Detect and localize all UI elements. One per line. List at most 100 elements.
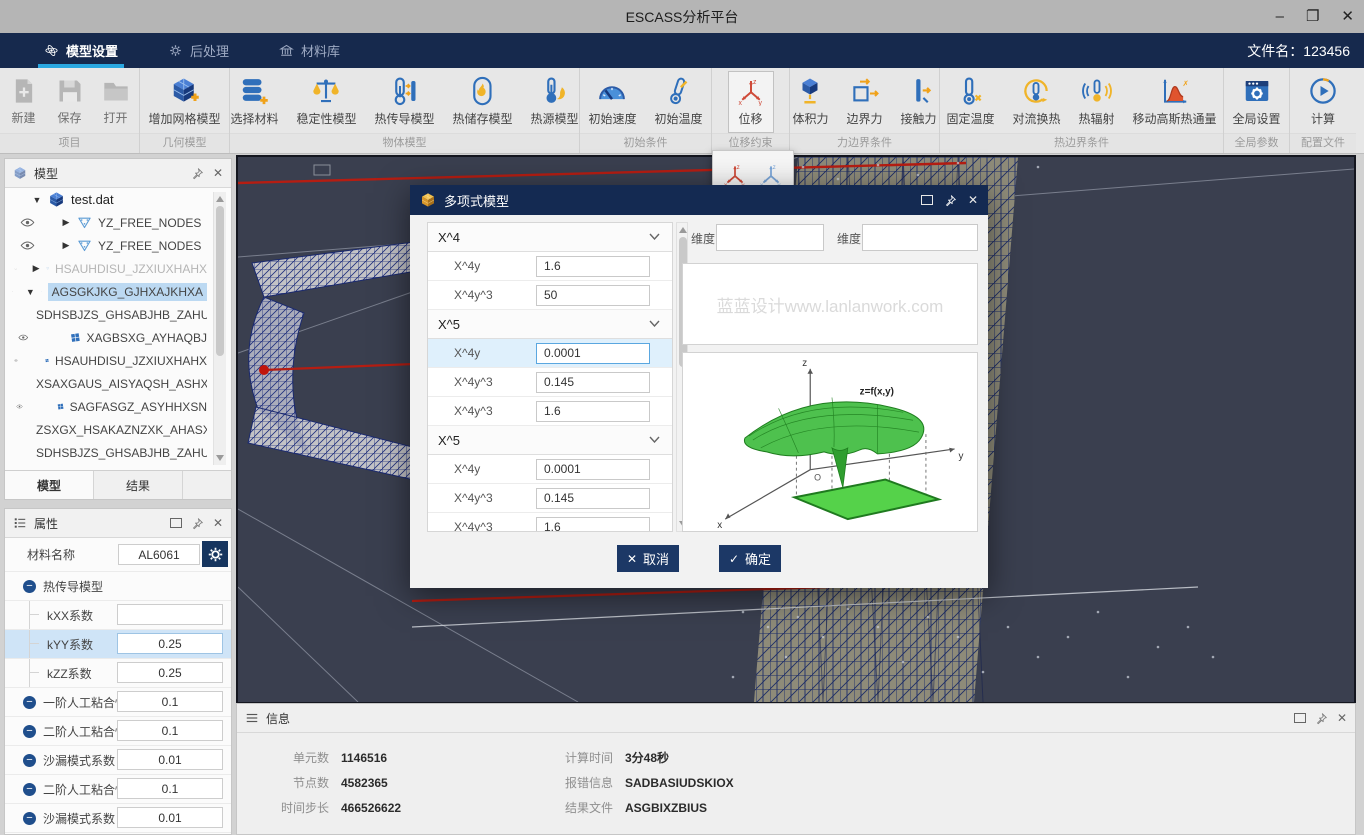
scroll-down-arrow-icon[interactable] [216, 455, 224, 461]
confirm-button[interactable]: ✓ 确定 [719, 545, 781, 572]
visc1-input[interactable] [117, 691, 223, 712]
term-value-input[interactable] [536, 372, 650, 393]
initial-temperature-button[interactable]: 初始温度 [647, 71, 711, 133]
boundary-force-button[interactable]: 边界力 [839, 71, 891, 133]
pin-icon[interactable] [191, 167, 204, 180]
pin-icon[interactable] [1315, 712, 1328, 725]
chevron-down-icon[interactable] [649, 233, 660, 240]
add-mesh-model-button[interactable]: 增加网格模型 [141, 71, 229, 133]
scroll-up-arrow-icon[interactable] [679, 227, 687, 233]
eye-icon[interactable] [18, 330, 29, 345]
tab-results[interactable]: 结果 [94, 471, 183, 499]
term-row[interactable]: X^4y [428, 252, 672, 281]
term-value-input[interactable] [536, 488, 650, 509]
pin-icon[interactable] [191, 517, 204, 530]
collapse-icon[interactable]: − [23, 696, 36, 709]
close-button[interactable]: ✕ [1341, 9, 1354, 24]
term-row[interactable]: X^4y [428, 455, 672, 484]
collapse-icon[interactable]: − [23, 812, 36, 825]
pin-icon[interactable] [944, 194, 957, 207]
material-name-input[interactable] [118, 544, 200, 565]
tree-item[interactable]: ZSXGX_HSAKAZNZXK_AHASX [6, 418, 207, 441]
cancel-button[interactable]: ✕ 取消 [617, 545, 679, 572]
expander-icon[interactable]: ▶ [33, 263, 40, 274]
kyy-input[interactable] [117, 633, 223, 654]
tree-item[interactable]: ▶ YZ_FREE_NODES [6, 211, 207, 234]
select-material-button[interactable]: 选择材料 [222, 71, 286, 133]
property-row-hourglass1[interactable]: − 沙漏模式系数 [5, 746, 231, 775]
dimension-input-2[interactable] [862, 224, 978, 251]
maximize-icon[interactable] [170, 518, 182, 528]
expander-icon[interactable]: ▼ [26, 287, 35, 297]
initial-velocity-button[interactable]: 初始速度 [580, 71, 644, 133]
tree-item[interactable]: ▶ YZ_FREE_NODES [6, 234, 207, 257]
close-icon[interactable]: ✕ [1337, 712, 1347, 724]
eye-icon[interactable] [14, 353, 18, 368]
tree-item[interactable]: HSAUHDISU_JZXIUXHAHX [6, 349, 207, 372]
fixed-temperature-button[interactable]: 固定温度 [938, 71, 1002, 133]
tree-root[interactable]: ▼ test.dat [6, 188, 207, 211]
heat-source-model-button[interactable]: 热源模型 [523, 71, 587, 133]
thermal-conduct-model-button[interactable]: 热传导模型 [367, 71, 443, 133]
term-value-input[interactable] [536, 285, 650, 306]
tree-item-selected[interactable]: ▼ AGSGKJKG_GJHXAJKHXA [6, 280, 207, 303]
scroll-up-arrow-icon[interactable] [216, 196, 224, 202]
save-button[interactable]: 保存 [48, 72, 92, 132]
close-icon[interactable]: ✕ [213, 517, 223, 529]
convection-button[interactable]: 对流换热 [1004, 71, 1068, 133]
term-row[interactable]: X^4y^3 [428, 281, 672, 310]
eye-icon[interactable] [20, 215, 35, 230]
contact-force-button[interactable]: 接触力 [893, 71, 945, 133]
volume-force-button[interactable]: 体积力 [784, 71, 836, 133]
visc3-input[interactable] [117, 778, 223, 799]
tab-post-process[interactable]: 后处理 [162, 33, 235, 68]
property-row-kyy-selected[interactable]: kYY系数 [5, 630, 231, 659]
hourglass1-input[interactable] [117, 749, 223, 770]
material-settings-button[interactable] [202, 541, 228, 567]
expander-icon[interactable]: ▶ [61, 240, 71, 251]
hourglass2-input[interactable] [117, 807, 223, 828]
scrollbar-thumb[interactable] [216, 206, 224, 356]
tree-item[interactable]: SDHSBJZS_GHSABJHB_ZAHU [6, 441, 207, 464]
section-header[interactable]: X^4 [428, 223, 672, 252]
tab-model[interactable]: 模型 [5, 471, 94, 499]
tab-material-library[interactable]: 材料库 [273, 33, 346, 68]
property-row-kzz[interactable]: kZZ系数 [5, 659, 231, 688]
collapse-icon[interactable]: − [23, 783, 36, 796]
expander-icon[interactable]: ▶ [61, 217, 71, 228]
kzz-input[interactable] [117, 662, 223, 683]
eye-closed-icon[interactable] [14, 261, 17, 276]
tree-item[interactable]: SDHSBJZS_GHSABJHB_ZAHU [6, 303, 207, 326]
term-row[interactable]: X^4y^3 [428, 397, 672, 426]
tab-model-settings[interactable]: 模型设置 [38, 33, 124, 68]
tree-scrollbar[interactable] [213, 192, 226, 465]
maximize-icon[interactable] [921, 195, 933, 205]
term-row[interactable]: X^4y^3 [428, 513, 672, 532]
term-row[interactable]: X^4y^3 [428, 484, 672, 513]
eye-icon[interactable] [16, 399, 23, 414]
chevron-down-icon[interactable] [649, 320, 660, 327]
tree-item[interactable]: XAGBSXG_AYHAQBJ [6, 326, 207, 349]
collapse-icon[interactable]: − [23, 580, 36, 593]
property-row-visc1[interactable]: − 一阶人工粘合性 [5, 688, 231, 717]
chevron-down-icon[interactable] [649, 436, 660, 443]
collapse-icon[interactable]: − [23, 754, 36, 767]
term-value-input[interactable] [536, 401, 650, 422]
term-value-input[interactable] [536, 256, 650, 277]
property-row-visc3[interactable]: − 二阶人工粘合性 [5, 775, 231, 804]
term-value-input[interactable] [536, 517, 650, 533]
expander-icon[interactable]: ▼ [32, 195, 42, 205]
dialog-title-bar[interactable]: 多项式模型 ✕ [410, 185, 988, 215]
term-value-input[interactable] [536, 459, 650, 480]
stability-model-button[interactable]: 稳定性模型 [288, 71, 364, 133]
section-header[interactable]: X^5 [428, 426, 672, 455]
tree-item[interactable]: ▶ HSAUHDISU_JZXIUXHAHX [6, 257, 207, 280]
close-icon[interactable]: ✕ [213, 167, 223, 179]
tree-item[interactable]: SAGFASGZ_ASYHHXSN [6, 395, 207, 418]
collapse-icon[interactable]: − [23, 725, 36, 738]
radiation-button[interactable]: 热辐射 [1071, 71, 1123, 133]
new-button[interactable]: 新建 [2, 72, 46, 132]
eye-icon[interactable] [20, 238, 35, 253]
restore-button[interactable]: ❐ [1306, 9, 1319, 24]
eye-icon[interactable] [12, 284, 13, 299]
